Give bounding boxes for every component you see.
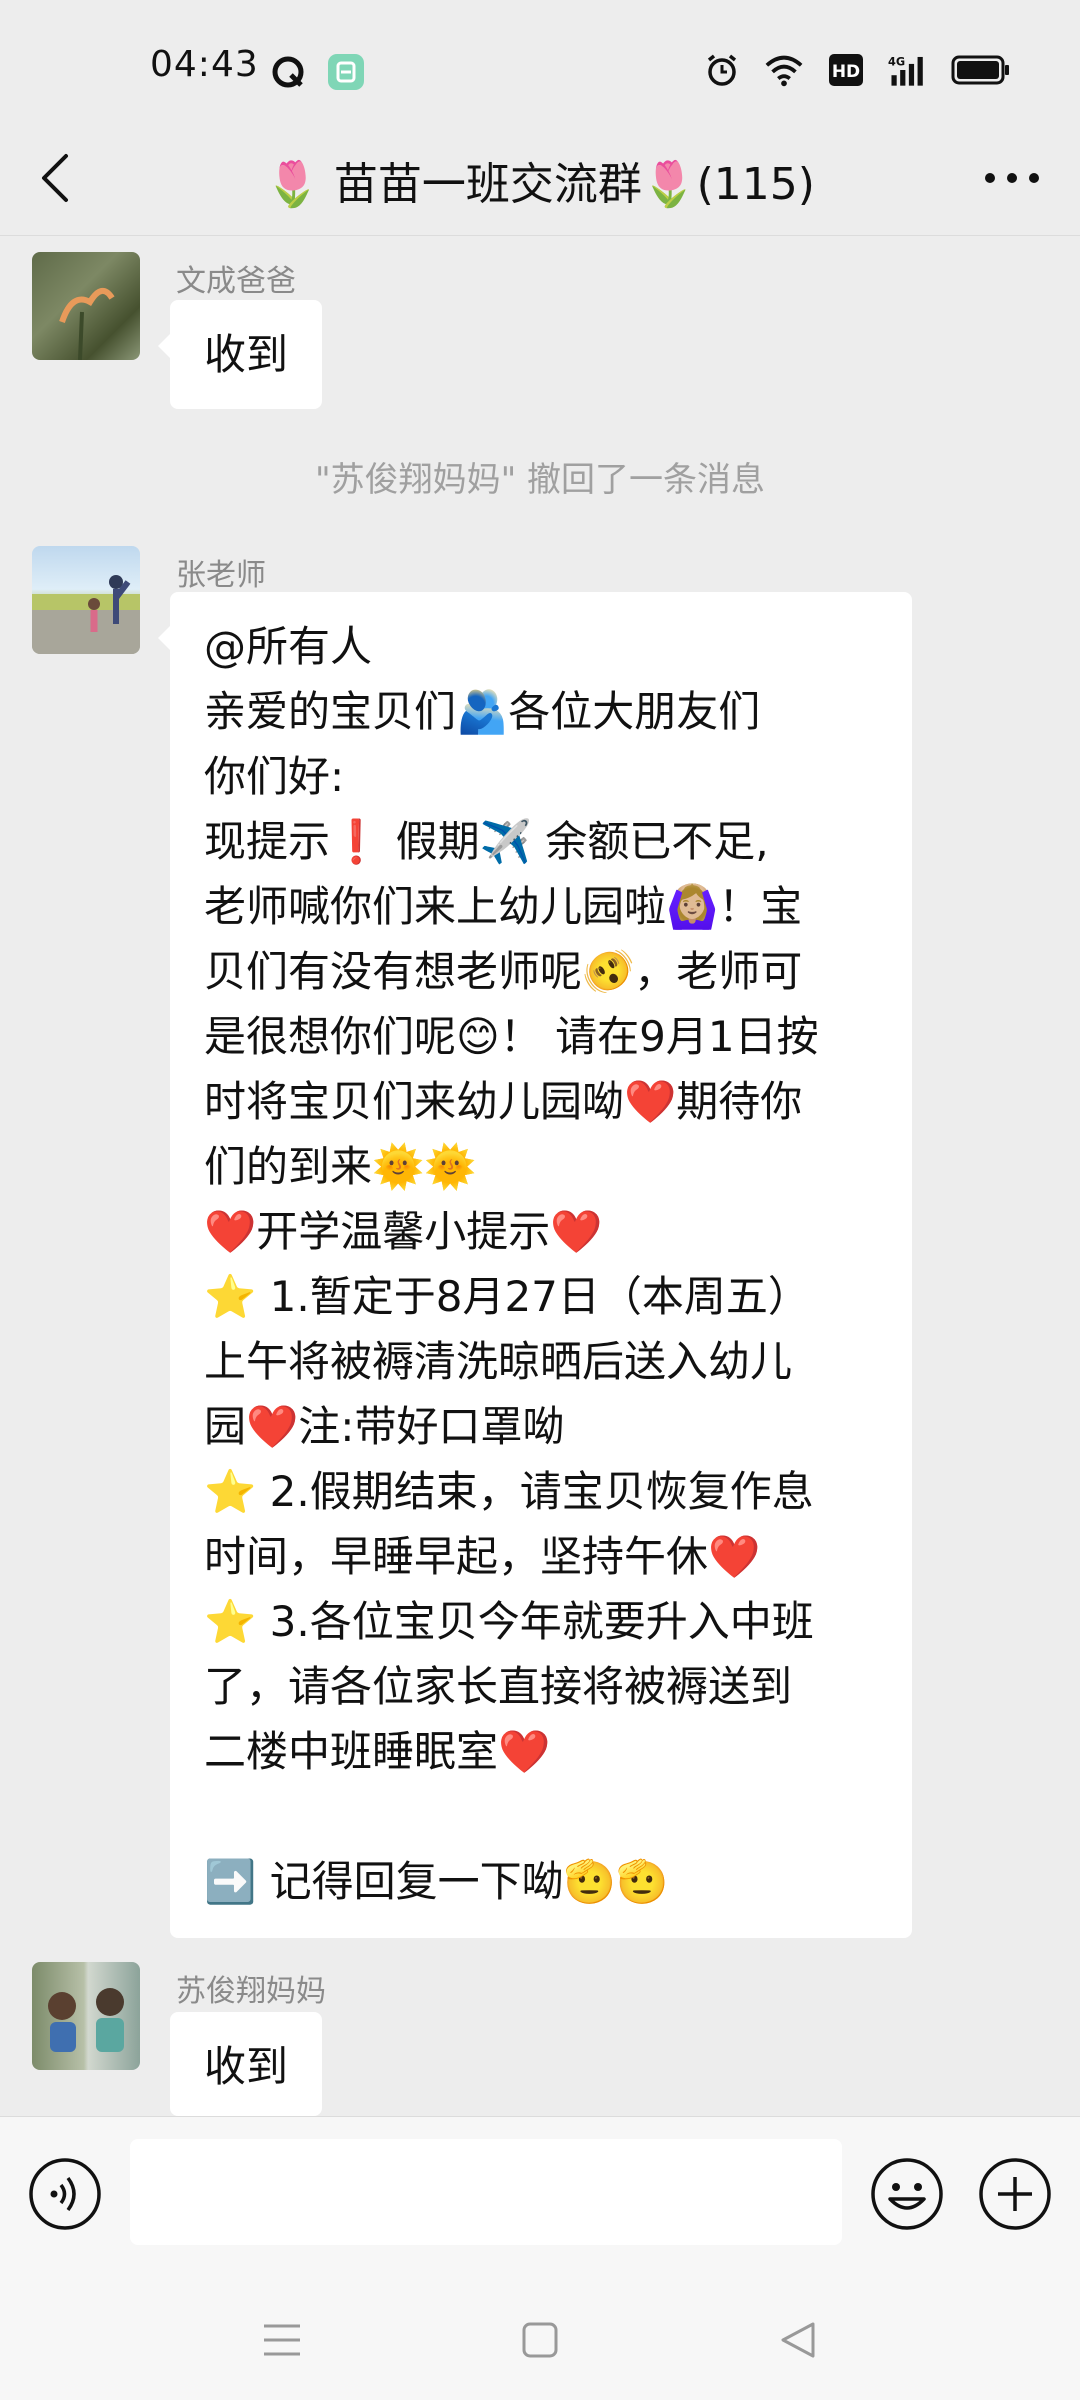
chat-title: 🌷 苗苗一班交流群🌷(115) — [265, 159, 815, 210]
message-line: 上午将被褥清洗晾晒后送入幼儿 — [204, 1337, 793, 1386]
sender-name: 文成爸爸 — [176, 264, 296, 299]
battery-icon — [950, 50, 1012, 90]
message-line: 时将宝贝们来幼儿园呦❤️期待你 — [204, 1077, 803, 1126]
status-time: 04:43 — [150, 44, 259, 85]
message-bubble[interactable]: @所有人 亲爱的宝贝们🫂各位大朋友们 你们好: 现提示❗ 假期✈️ 余额已不足,… — [158, 592, 912, 1938]
message-line: 们的到来🌞🌞 — [204, 1142, 477, 1191]
chat-header: 🌷 苗苗一班交流群🌷(115) — [0, 120, 1080, 236]
avatar[interactable] — [32, 1962, 140, 2070]
message-line: ⭐ 1.暂定于8月27日（本周五） — [204, 1272, 810, 1321]
home-button[interactable] — [510, 2310, 570, 2370]
app-notification-icon — [326, 52, 366, 92]
message-line: 老师喊你们来上幼儿园啦🙆🏼‍♀️！宝 — [204, 882, 803, 931]
recall-notice: "苏俊翔妈妈" 撤回了一条消息 — [314, 460, 766, 500]
svg-text:HD: HD — [832, 62, 860, 82]
emoji-button[interactable] — [870, 2157, 944, 2231]
voice-icon — [29, 2158, 101, 2230]
back-triangle-icon — [781, 2322, 815, 2358]
message-line: 现提示❗ 假期✈️ 余额已不足, — [204, 817, 769, 866]
status-bar: 04:43 HD 4G — [0, 0, 1080, 120]
message-line: 贝们有没有想老师呢🫨，老师可 — [204, 947, 803, 996]
menu-icon — [264, 2324, 300, 2356]
system-back-button[interactable] — [768, 2310, 828, 2370]
system-nav-bar — [0, 2276, 1080, 2400]
input-bar — [0, 2116, 1080, 2276]
message-line: 亲爱的宝贝们🫂各位大朋友们 — [204, 687, 761, 736]
wifi-icon — [764, 50, 804, 90]
sender-name: 苏俊翔妈妈 — [176, 1974, 326, 2009]
message-line: 园❤️注:带好口罩呦 — [204, 1402, 565, 1451]
message-line: ⭐ 2.假期结束，请宝贝恢复作息 — [204, 1467, 814, 1516]
recent-apps-button[interactable] — [252, 2310, 312, 2370]
q-icon — [268, 52, 308, 92]
message-line: ⭐ 3.各位宝贝今年就要升入中班 — [204, 1597, 814, 1646]
message-bubble[interactable]: 收到 — [170, 2012, 323, 2116]
message-line: ➡️ 记得回复一下呦🫡🫡 — [204, 1857, 669, 1906]
more-button[interactable] — [968, 144, 1056, 212]
plus-icon — [979, 2158, 1051, 2230]
message-line: 你们好: — [204, 752, 345, 801]
message-line: 时间，早睡早起，坚持午休❤️ — [204, 1532, 761, 1581]
avatar[interactable] — [32, 252, 140, 360]
emoji-icon — [871, 2158, 943, 2230]
4g-signal-icon: 4G — [888, 50, 928, 90]
voice-button[interactable] — [28, 2157, 102, 2231]
message-line: @所有人 — [204, 622, 373, 671]
message-line: ❤️开学温馨小提示❤️ — [204, 1207, 603, 1256]
plus-button[interactable] — [978, 2157, 1052, 2231]
more-dots-icon — [985, 173, 1039, 183]
avatar[interactable] — [32, 546, 140, 654]
message-line: 了，请各位家长直接将被褥送到 — [204, 1662, 793, 1711]
chat-message-list[interactable]: 文成爸爸 收到 "苏俊翔妈妈" 撤回了一条消息 张老师 @所有人 亲爱的宝贝们🫂… — [0, 236, 1080, 2116]
message-bubble[interactable]: 收到 — [157, 300, 323, 409]
message-line: 是很想你们呢😊！ 请在9月1日按 — [204, 1012, 819, 1061]
message-line: 二楼中班睡眠室❤️ — [204, 1727, 551, 1776]
message-line — [204, 1784, 884, 1849]
sender-name: 张老师 — [176, 558, 266, 593]
home-icon — [522, 2322, 558, 2358]
svg-text:4G: 4G — [888, 56, 905, 69]
message-input[interactable] — [130, 2139, 842, 2245]
hd-icon: HD — [826, 50, 866, 90]
alarm-icon — [702, 50, 742, 90]
